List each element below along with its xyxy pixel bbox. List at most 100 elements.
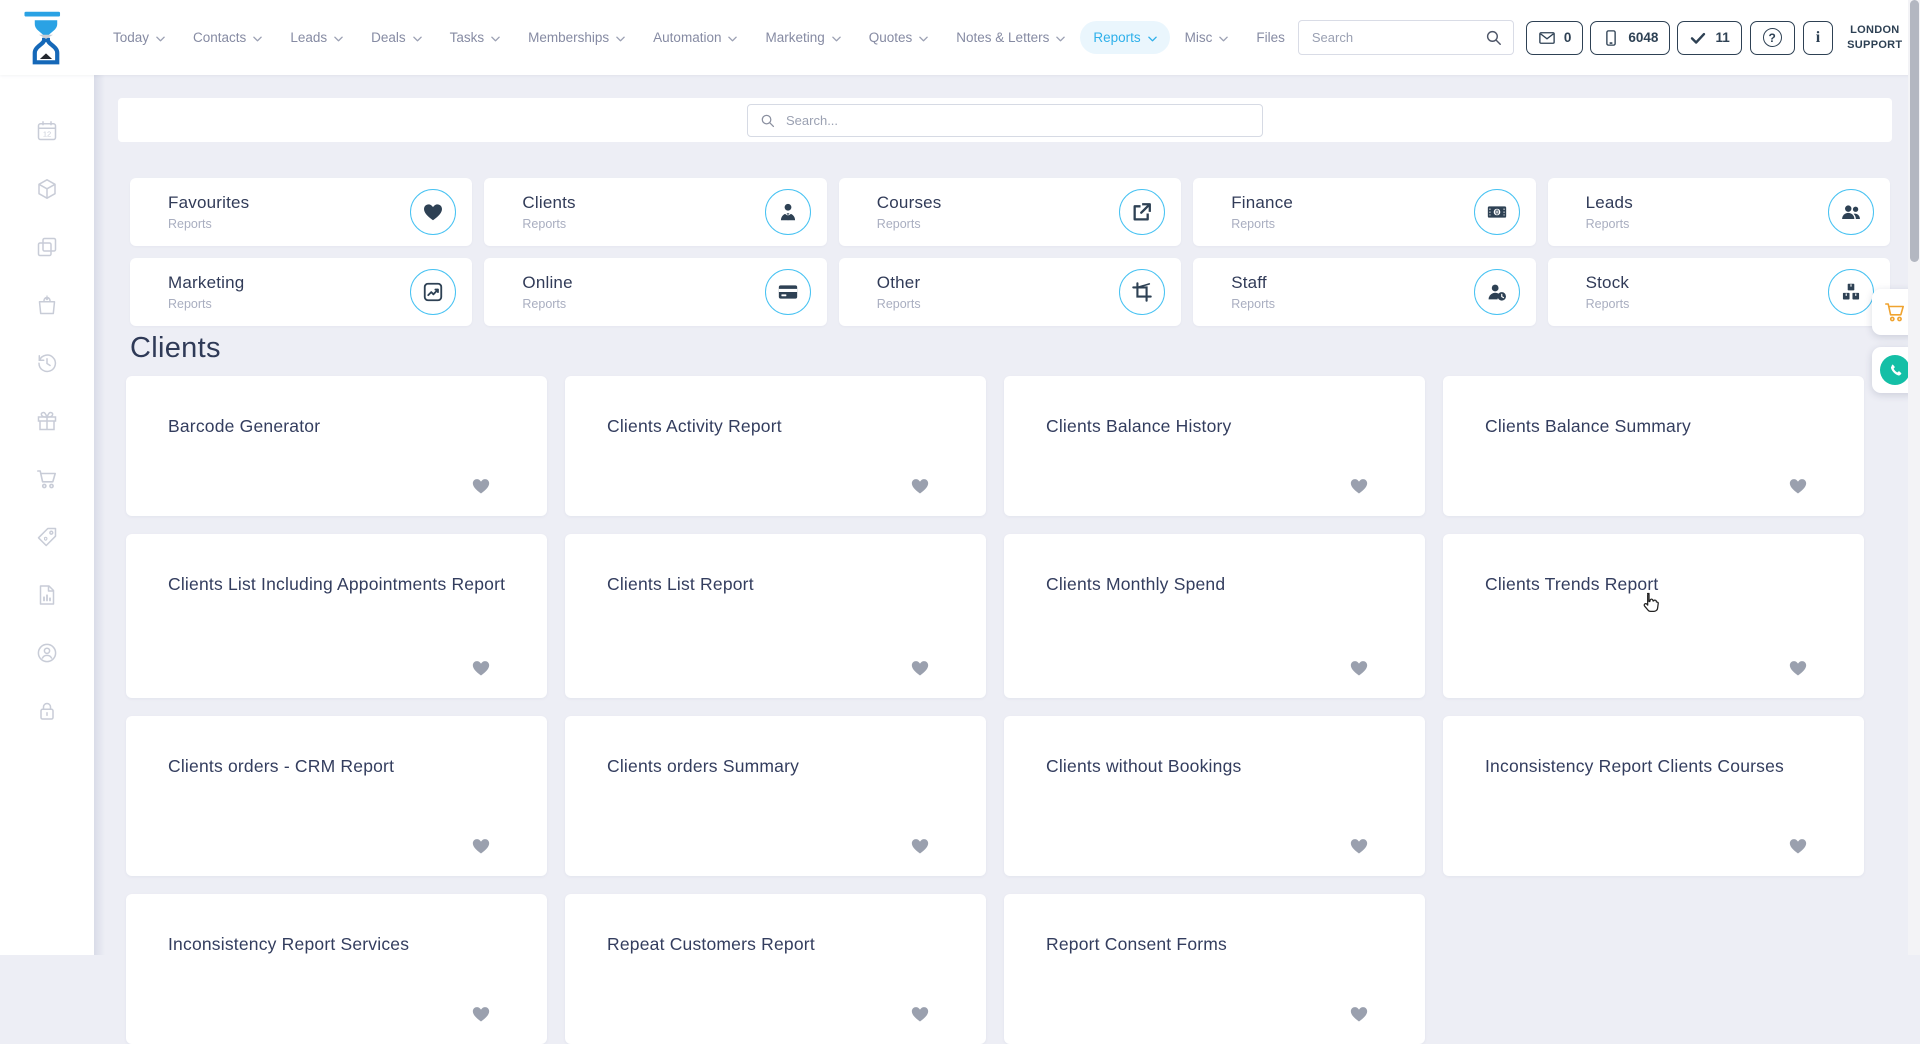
top-header: Today Contacts Leads Deals Tasks	[0, 0, 1920, 75]
favourite-heart-icon[interactable]	[1349, 658, 1369, 678]
report-card[interactable]: Clients orders Summary	[565, 716, 986, 876]
favourite-heart-icon[interactable]	[1349, 836, 1369, 856]
report-grid: Barcode Generator Clients Activity Repor…	[126, 376, 1864, 1044]
category-icon-circle	[410, 189, 456, 235]
favourite-heart-icon[interactable]	[910, 836, 930, 856]
counter-button[interactable]: 6048	[1590, 21, 1670, 55]
nav-item[interactable]: Reports	[1080, 21, 1169, 54]
person-tie-icon	[777, 201, 799, 223]
favourite-heart-icon[interactable]	[910, 1004, 930, 1024]
category-card[interactable]: Stock Reports	[1548, 258, 1890, 326]
sidebar-item[interactable]: 12	[35, 119, 59, 143]
category-card[interactable]: Clients Reports	[484, 178, 826, 246]
nav-item[interactable]: Quotes	[856, 21, 942, 54]
nav-item[interactable]: Memberships	[515, 21, 638, 54]
report-card[interactable]: Clients Trends Report	[1443, 534, 1864, 698]
report-card[interactable]: Clients Balance Summary	[1443, 376, 1864, 516]
category-subtitle: Reports	[168, 217, 386, 231]
header-search-input[interactable]	[1299, 30, 1475, 45]
nav-item[interactable]: Notes & Letters	[943, 21, 1078, 54]
heart-icon	[422, 201, 444, 223]
category-title: Courses	[877, 193, 1095, 213]
report-card[interactable]: Clients Monthly Spend	[1004, 534, 1425, 698]
nav-item[interactable]: Automation	[640, 21, 750, 54]
nav-item[interactable]: Deals	[358, 21, 435, 54]
report-card[interactable]: Barcode Generator	[126, 376, 547, 516]
report-card[interactable]: Clients List Report	[565, 534, 986, 698]
sidebar-item[interactable]	[35, 467, 59, 491]
smartphone-icon	[1602, 29, 1620, 47]
sidebar-item[interactable]	[35, 699, 59, 723]
sidebar-item[interactable]	[35, 177, 59, 201]
nav-item-label: Leads	[290, 30, 327, 45]
nav-item-label: Automation	[653, 30, 721, 45]
category-icon-circle	[1828, 189, 1874, 235]
favourite-heart-icon[interactable]	[471, 1004, 491, 1024]
nav-item[interactable]: Leads	[277, 21, 356, 54]
header-search-button[interactable]	[1475, 21, 1513, 54]
reports-search-input[interactable]	[747, 104, 1263, 137]
scrollbar-track[interactable]	[1908, 0, 1920, 955]
sidebar-item[interactable]	[35, 293, 59, 317]
category-icon-circle	[765, 269, 811, 315]
category-card[interactable]: Online Reports	[484, 258, 826, 326]
report-card[interactable]: Clients Activity Report	[565, 376, 986, 516]
nav-item[interactable]: Misc	[1172, 21, 1242, 54]
nav-item[interactable]: Tasks	[437, 21, 514, 54]
nav-item-label: Quotes	[869, 30, 913, 45]
category-card[interactable]: Marketing Reports	[130, 258, 472, 326]
package-icon	[35, 177, 59, 201]
user-name-line1: LONDON	[1847, 23, 1902, 38]
sidebar-item[interactable]	[35, 351, 59, 375]
favourite-heart-icon[interactable]	[471, 476, 491, 496]
help-button[interactable]: ?	[1750, 21, 1795, 55]
report-card[interactable]: Clients Balance History	[1004, 376, 1425, 516]
report-card[interactable]: Clients orders - CRM Report	[126, 716, 547, 876]
sidebar-item[interactable]	[35, 525, 59, 549]
sidebar-item[interactable]	[35, 409, 59, 433]
report-card[interactable]: Clients List Including Appointments Repo…	[126, 534, 547, 698]
nav-item-label: Notes & Letters	[956, 30, 1049, 45]
app-logo[interactable]	[22, 9, 70, 67]
svg-text:12: 12	[43, 130, 51, 139]
category-card[interactable]: Other Reports	[839, 258, 1181, 326]
history-icon	[35, 351, 59, 375]
report-card[interactable]: Report Consent Forms	[1004, 894, 1425, 1044]
sidebar-item[interactable]	[35, 641, 59, 665]
report-title: Inconsistency Report Clients Courses	[1485, 754, 1834, 779]
favourite-heart-icon[interactable]	[471, 658, 491, 678]
nav-item[interactable]: Files	[1243, 21, 1298, 54]
counter-button[interactable]: 11	[1677, 21, 1741, 55]
nav-item[interactable]: Today	[100, 21, 178, 54]
people-icon	[1840, 201, 1862, 223]
chevron-down-icon	[1219, 36, 1228, 42]
phone-icon	[1888, 363, 1903, 378]
favourite-heart-icon[interactable]	[471, 836, 491, 856]
favourite-heart-icon[interactable]	[910, 476, 930, 496]
left-sidebar: 12	[0, 75, 94, 955]
category-card[interactable]: Favourites Reports	[130, 178, 472, 246]
favourite-heart-icon[interactable]	[1788, 476, 1808, 496]
favourite-heart-icon[interactable]	[910, 658, 930, 678]
category-title: Finance	[1231, 193, 1449, 213]
report-card[interactable]: Inconsistency Report Services	[126, 894, 547, 1044]
counter-button[interactable]: 0	[1526, 21, 1584, 55]
favourite-heart-icon[interactable]	[1349, 476, 1369, 496]
category-card[interactable]: Staff Reports	[1193, 258, 1535, 326]
sidebar-item[interactable]	[35, 583, 59, 607]
report-card[interactable]: Clients without Bookings	[1004, 716, 1425, 876]
chevron-down-icon	[616, 36, 625, 42]
info-button[interactable]: i	[1803, 21, 1833, 55]
favourite-heart-icon[interactable]	[1788, 658, 1808, 678]
favourite-heart-icon[interactable]	[1349, 1004, 1369, 1024]
nav-item[interactable]: Contacts	[180, 21, 275, 54]
sidebar-item[interactable]	[35, 235, 59, 259]
report-card[interactable]: Inconsistency Report Clients Courses	[1443, 716, 1864, 876]
category-card[interactable]: Leads Reports	[1548, 178, 1890, 246]
nav-item[interactable]: Marketing	[752, 21, 853, 54]
report-card[interactable]: Repeat Customers Report	[565, 894, 986, 1044]
category-card[interactable]: Finance Reports 0	[1193, 178, 1535, 246]
category-card[interactable]: Courses Reports	[839, 178, 1181, 246]
scrollbar-thumb[interactable]	[1910, 0, 1919, 262]
favourite-heart-icon[interactable]	[1788, 836, 1808, 856]
